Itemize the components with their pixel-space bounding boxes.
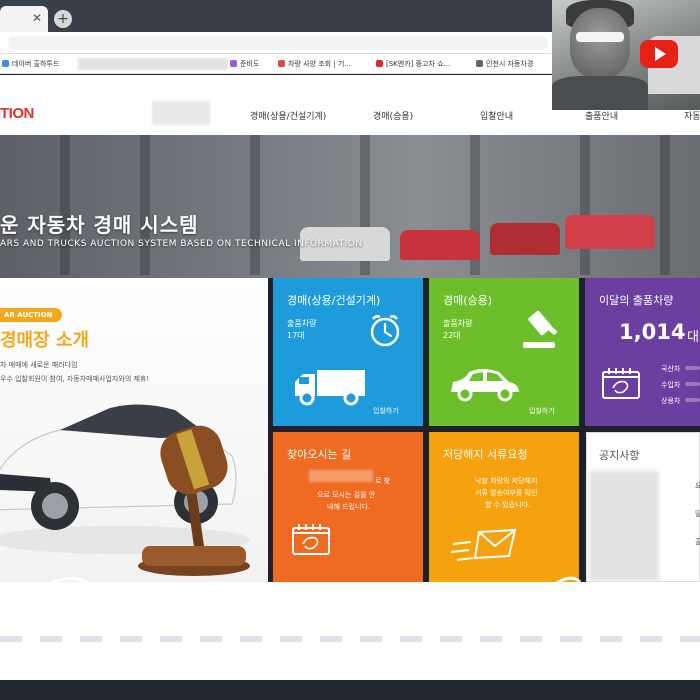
notice-item[interactable]: 밀워 [695, 509, 700, 519]
hero-car-image [490, 223, 560, 255]
bookmark-label: 데이버 출하투드 [12, 60, 60, 68]
bookmark-label: [SK엔카] 중고차 쇼... [386, 60, 451, 68]
category-imported: 수입차 [661, 381, 681, 389]
intro-panel[interactable]: AR AUCTION 경매장 소개 차 매매에 새로운 패러다임 우수 입찰회원… [0, 278, 268, 582]
youtube-icon [640, 40, 678, 68]
bid-link[interactable]: 입찰하기 [373, 406, 399, 416]
bookmark-label: 차량 사양 조회 | 기... [288, 60, 352, 68]
category-bar [685, 382, 700, 386]
hero-car-image [565, 215, 655, 249]
decorative-curves [39, 576, 662, 687]
blurred-logo-area [152, 101, 210, 125]
tile-title: 경매(승용) [443, 294, 493, 307]
tile-title: 이달의 출품차량 [599, 294, 674, 307]
category-bar [685, 398, 700, 402]
bookmark-label: 인천시 자동차경 [486, 60, 534, 68]
category-bar [685, 366, 700, 370]
car-icon [451, 369, 519, 402]
alarm-clock-icon [370, 315, 400, 347]
url-field[interactable] [8, 36, 548, 50]
nav-item-passenger-auction[interactable]: 경매(승용) [373, 109, 413, 122]
notice-title: 공지사항 [599, 449, 640, 462]
hero-subtitle: ARS AND TRUCKS AUCTION SYSTEM BASED ON T… [0, 239, 363, 249]
tile-title: 경매(상용/건설기계) [287, 294, 381, 307]
bid-link[interactable]: 입찰하기 [529, 406, 555, 416]
screen-bottom-edge [0, 680, 700, 700]
webcam-person [570, 8, 630, 78]
bookmark-item[interactable]: 준비도 [230, 59, 259, 69]
mortgage-text: 낙찰 차량의 저당해지 [475, 477, 538, 485]
screenshot-root: ✕ + 데이버 출하투드 준비도 차량 사양 조회 | 기... [SK엔카] … [0, 0, 700, 700]
monthly-count: 1,014 [619, 320, 686, 344]
tile-title: 찾아오시는 길 [287, 448, 352, 461]
close-icon[interactable]: ✕ [32, 11, 42, 25]
nav-item-listing-guide[interactable]: 출품안내 [585, 109, 618, 122]
tile-passenger-auction[interactable]: 경매(승용) 출품차량 22대 입찰하기 [429, 278, 579, 426]
bookmark-icon [278, 60, 285, 67]
calendar-icon [602, 368, 640, 399]
webcam-person [552, 76, 648, 110]
notice-item[interactable]: 출원 [695, 537, 700, 547]
monthly-unit: 대 [687, 330, 699, 345]
listing-count: 22대 [443, 331, 461, 340]
category-domestic: 국산차 [661, 365, 681, 373]
blurred-bookmarks [78, 58, 228, 70]
listing-count: 17대 [287, 331, 305, 340]
new-tab-button[interactable]: + [54, 10, 72, 28]
webcam-person [576, 32, 624, 42]
directions-text: 으로 모시는 길을 안 [317, 491, 376, 499]
directions-text: 로 찾 [375, 477, 391, 485]
car-gavel-illustration [0, 404, 250, 576]
calendar-icon [292, 524, 330, 555]
hero-car-image [400, 230, 480, 260]
tile-commercial-auction[interactable]: 경매(상용/건설기계) 출품차량 17대 입찰하기 [273, 278, 423, 426]
gavel-icon [523, 310, 557, 348]
directions-text: 내해 드립니다. [327, 503, 371, 511]
hero-banner: 운 자동차 경매 시스템 ARS AND TRUCKS AUCTION SYST… [0, 135, 700, 278]
truck-icon [295, 370, 365, 406]
nav-item-more[interactable]: 자동 [684, 109, 700, 122]
notice-item[interactable]: 요 [695, 481, 700, 491]
bookmark-icon [230, 60, 237, 67]
bookmark-icon [476, 60, 483, 67]
tile-title: 저당해지 서류요청 [443, 448, 528, 461]
bookmark-item[interactable]: [SK엔카] 중고차 쇼... [376, 59, 450, 69]
tile-monthly-listings[interactable]: 이달의 출품차량 1,014 대 국산차 수입차 상용차 [585, 278, 700, 426]
bookmark-icon [2, 60, 9, 67]
bookmark-item[interactable]: 차량 사양 조회 | 기... [278, 59, 351, 69]
mortgage-text: 서류 발송여부를 확인 [475, 489, 538, 497]
bookmark-icon [376, 60, 383, 67]
bookmark-item[interactable]: 데이버 출하투드 [2, 59, 59, 69]
listing-label: 출품차량 [287, 319, 317, 328]
listing-label: 출품차량 [443, 319, 473, 328]
hero-title: 운 자동차 경매 시스템 [0, 213, 199, 237]
bookmark-label: 준비도 [240, 60, 260, 68]
site-logo[interactable]: TION [0, 105, 34, 122]
browser-tab[interactable]: ✕ [0, 6, 48, 32]
mortgage-text: 할 수 있습니다. [485, 501, 531, 509]
category-commercial: 상용차 [661, 397, 681, 405]
blurred-address [309, 470, 373, 482]
nav-item-bidding-guide[interactable]: 입찰안내 [480, 109, 513, 122]
nav-item-commercial-auction[interactable]: 경매(상용/건설기계) [250, 109, 326, 122]
bookmark-item[interactable]: 인천시 자동차경 [476, 59, 533, 69]
